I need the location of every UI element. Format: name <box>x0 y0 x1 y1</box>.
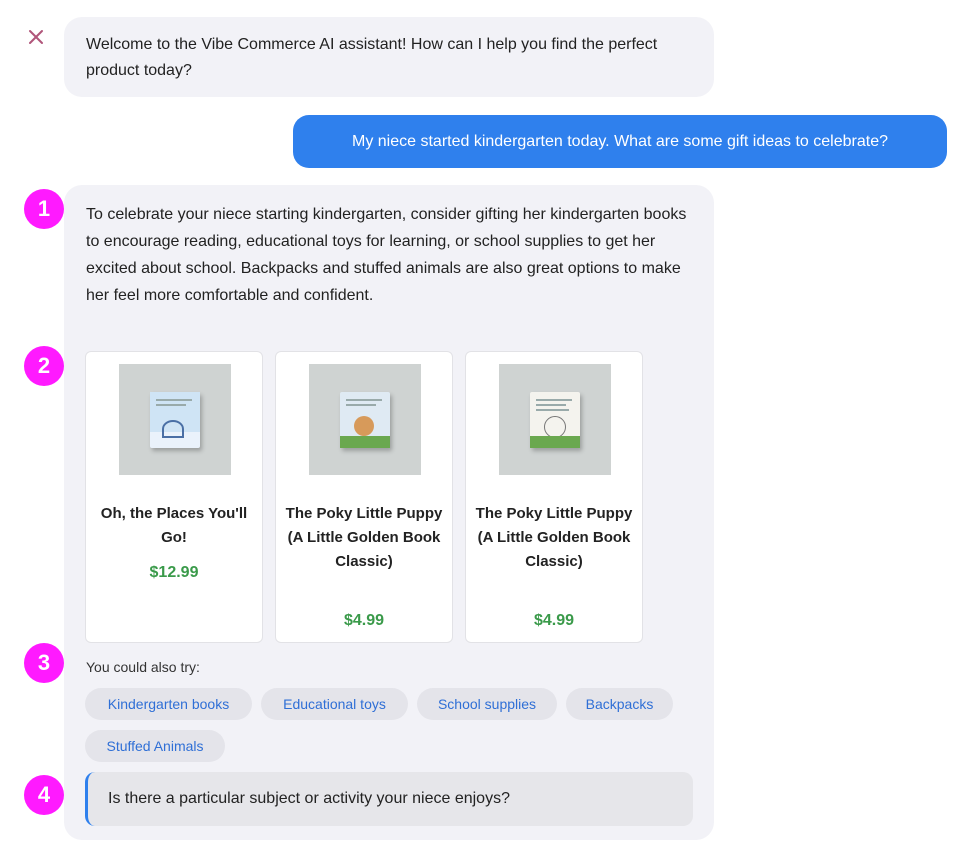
vibe-logo-icon <box>29 30 43 44</box>
annotation-marker-4: 4 <box>24 775 64 815</box>
follow-up-question-text: Is there a particular subject or activit… <box>108 790 510 807</box>
product-image[interactable] <box>309 364 421 475</box>
product-price: $4.99 <box>533 612 575 629</box>
assistant-response-bubble: To celebrate your niece starting kinderg… <box>64 185 714 840</box>
product-title[interactable]: The Poky Little Puppy (A Little Golden B… <box>284 502 444 574</box>
suggestion-chip[interactable]: Kindergarten books <box>85 688 252 720</box>
welcome-message-bubble: Welcome to the Vibe Commerce AI assistan… <box>64 17 714 97</box>
user-message-text: My niece started kindergarten today. Wha… <box>352 132 888 150</box>
product-price: $12.99 <box>149 564 199 581</box>
product-title[interactable]: The Poky Little Puppy (A Little Golden B… <box>474 502 634 574</box>
suggestion-chip[interactable]: School supplies <box>417 688 557 720</box>
product-image[interactable] <box>119 364 231 475</box>
suggestion-chip[interactable]: Stuffed Animals <box>85 730 225 762</box>
product-card[interactable]: The Poky Little Puppy (A Little Golden B… <box>275 351 453 643</box>
product-carousel: Oh, the Places You'll Go! $12.99 The Pok… <box>85 351 643 643</box>
product-card[interactable]: The Poky Little Puppy (A Little Golden B… <box>465 351 643 643</box>
product-title[interactable]: Oh, the Places You'll Go! <box>94 502 254 550</box>
annotation-marker-3: 3 <box>24 643 64 683</box>
product-card[interactable]: Oh, the Places You'll Go! $12.99 <box>85 351 263 643</box>
assistant-intro-text: To celebrate your niece starting kinderg… <box>86 206 687 304</box>
welcome-message-text: Welcome to the Vibe Commerce AI assistan… <box>86 36 658 79</box>
suggestion-chip[interactable]: Educational toys <box>261 688 408 720</box>
suggestion-chip[interactable]: Backpacks <box>566 688 673 720</box>
user-message-bubble: My niece started kindergarten today. Wha… <box>293 115 947 168</box>
also-try-label: You could also try: <box>86 659 200 675</box>
annotation-marker-1: 1 <box>24 189 64 229</box>
product-price: $4.99 <box>343 612 385 629</box>
annotation-marker-2: 2 <box>24 346 64 386</box>
product-image[interactable] <box>499 364 611 475</box>
follow-up-question[interactable]: Is there a particular subject or activit… <box>85 772 693 826</box>
